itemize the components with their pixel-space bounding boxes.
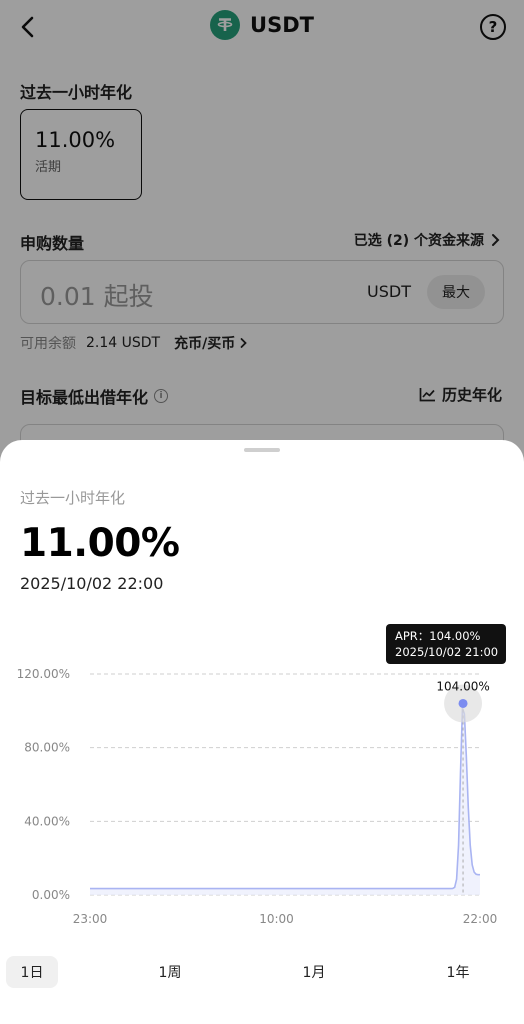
- range-tabs: 1日 1周 1月 1年: [6, 956, 504, 988]
- rate-history-sheet: 过去一小时年化 11.00% 2025/10/02 22:00 0.00% 40.…: [0, 440, 524, 1024]
- apr-chart[interactable]: 0.00% 40.00% 80.00% 120.00% 23:00 10:00 22:00 1…: [0, 620, 524, 940]
- drag-handle[interactable]: [244, 448, 280, 452]
- highlight-point: [458, 698, 468, 708]
- tooltip-time: 2025/10/02 21:00: [395, 645, 498, 659]
- sheet-rate-label: 过去一小时年化: [20, 489, 126, 507]
- range-tab[interactable]: 1年: [434, 956, 482, 988]
- area-fill: [90, 708, 480, 895]
- series-line: [90, 707, 481, 890]
- sheet-timestamp: 2025/10/02 22:00: [20, 574, 164, 593]
- y-tick-label: 120.00%: [17, 667, 70, 681]
- range-tab[interactable]: 1周: [146, 956, 194, 988]
- x-tick-label: 22:00: [463, 912, 498, 926]
- x-tick-label: 23:00: [73, 912, 108, 926]
- x-tick-label: 10:00: [259, 912, 294, 926]
- peak-data-label: 104.00%: [436, 679, 489, 693]
- range-tab[interactable]: 1月: [290, 956, 338, 988]
- y-tick-label: 40.00%: [24, 814, 70, 828]
- sheet-rate-value: 11.00%: [20, 521, 180, 566]
- y-tick-label: 80.00%: [24, 741, 70, 755]
- y-tick-label: 0.00%: [32, 888, 70, 902]
- tooltip-apr: APR：104.00%: [395, 629, 481, 643]
- range-tab[interactable]: 1日: [6, 956, 58, 988]
